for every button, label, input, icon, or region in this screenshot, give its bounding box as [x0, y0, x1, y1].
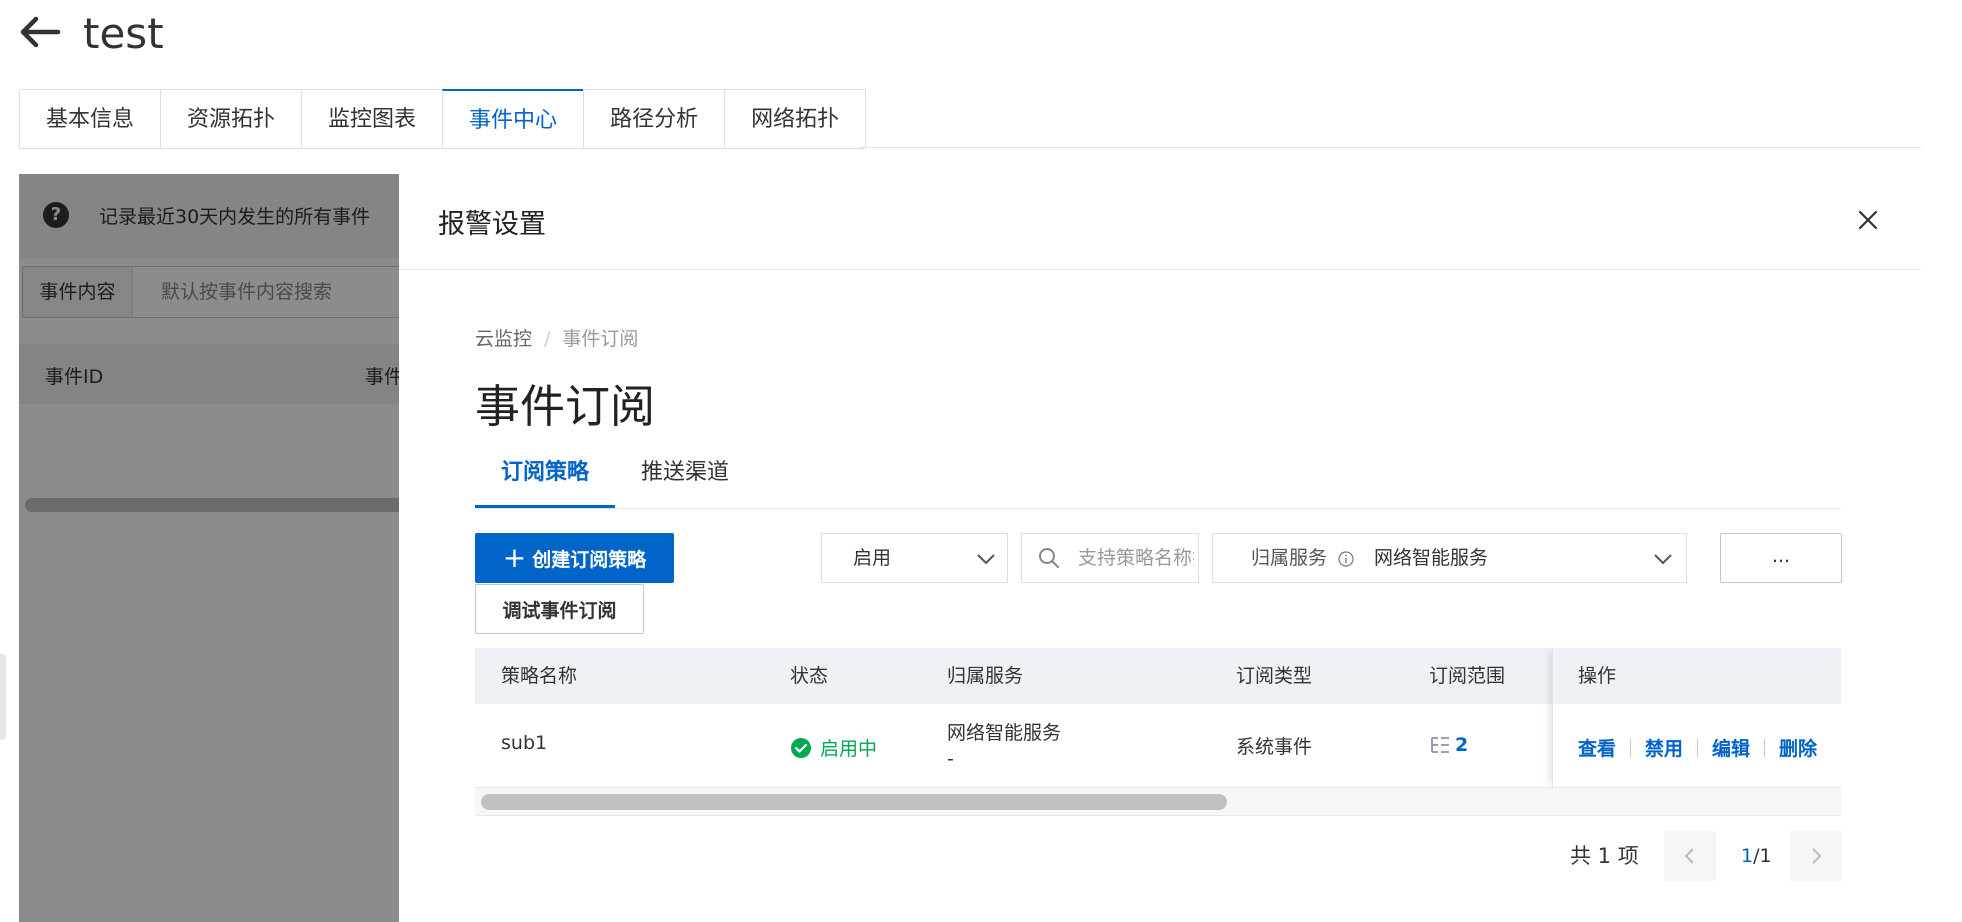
tab-network-topology[interactable]: 网络拓扑 — [724, 89, 867, 149]
top-tabs: 基本信息 资源拓扑 监控图表 事件中心 路径分析 网络拓扑 — [19, 89, 867, 149]
side-handle[interactable] — [0, 654, 6, 740]
chevron-down-icon — [977, 554, 995, 565]
alarm-settings-drawer: 报警设置 云监控 / 事件订阅 事件订阅 订阅策略 推送渠道 + 创建订阅策略 调试… — [399, 174, 1921, 922]
subscription-tabs-divider — [475, 508, 1841, 509]
section-title: 事件订阅 — [475, 380, 656, 433]
row-actions: 查看 禁用 编辑 删除 — [1578, 734, 1817, 761]
view-action[interactable]: 查看 — [1578, 734, 1616, 761]
create-policy-label: 创建订阅策略 — [532, 548, 647, 571]
table-horizontal-scrollbar[interactable] — [475, 788, 1841, 816]
status-select[interactable]: 启用 — [821, 533, 1008, 583]
column-subscription-type: 订阅类型 — [1236, 665, 1313, 687]
check-circle-icon — [791, 737, 811, 758]
policy-search-input[interactable] — [1078, 534, 1194, 582]
status-select-value: 启用 — [853, 547, 892, 569]
service-sub: - — [947, 748, 954, 770]
tree-list-icon — [1431, 737, 1449, 753]
close-icon[interactable] — [1854, 206, 1882, 234]
breadcrumb-event-subscription: 事件订阅 — [562, 328, 639, 350]
edit-action[interactable]: 编辑 — [1712, 734, 1750, 761]
chevron-left-icon — [1684, 848, 1694, 864]
prev-page-button[interactable] — [1664, 831, 1716, 881]
tab-subscription-policy[interactable]: 订阅策略 — [475, 450, 616, 508]
actions-fixed-column — [1552, 648, 1841, 788]
drawer-divider — [399, 269, 1921, 270]
tab-basic-info[interactable]: 基本信息 — [19, 89, 161, 149]
page-indicator: 1/1 — [1741, 831, 1772, 881]
column-service: 归属服务 — [947, 665, 1024, 687]
action-separator — [1697, 738, 1699, 757]
more-button[interactable]: ... — [1720, 533, 1842, 583]
action-separator — [1630, 738, 1632, 757]
service-select-value: 网络智能服务 — [1374, 547, 1489, 569]
chevron-down-icon — [1654, 554, 1672, 565]
tab-event-center[interactable]: 事件中心 — [442, 89, 584, 149]
chevron-right-icon — [1812, 848, 1822, 864]
subscription-type: 系统事件 — [1236, 736, 1313, 758]
back-arrow-icon[interactable] — [18, 14, 62, 50]
plus-icon: + — [502, 541, 527, 574]
column-subscription-scope: 订阅范围 — [1429, 665, 1506, 687]
service-select-label: 归属服务 — [1251, 547, 1328, 569]
breadcrumb-separator: / — [544, 328, 551, 350]
delete-action[interactable]: 删除 — [1779, 734, 1817, 761]
total-count: 共 1 项 — [1570, 844, 1639, 868]
policy-name: sub1 — [501, 732, 548, 754]
breadcrumb-cloud-monitor[interactable]: 云监控 — [475, 328, 532, 350]
breadcrumb: 云监控 / 事件订阅 — [475, 324, 638, 351]
service-select[interactable]: 归属服务 网络智能服务 — [1212, 533, 1687, 583]
tab-push-channel[interactable]: 推送渠道 — [615, 450, 755, 508]
current-page: 1 — [1741, 845, 1754, 867]
policy-table: 策略名称 状态 归属服务 订阅类型 订阅范围 操作 sub1 启用中 网络智能服… — [475, 648, 1841, 828]
service-name: 网络智能服务 — [947, 722, 1062, 744]
page-title: test — [83, 9, 164, 58]
column-status: 状态 — [790, 665, 829, 687]
tabs-divider — [859, 147, 1921, 148]
drawer-title: 报警设置 — [438, 209, 546, 240]
debug-subscription-button[interactable]: 调试事件订阅 — [475, 584, 644, 634]
search-icon — [1039, 548, 1059, 568]
tab-monitoring-charts[interactable]: 监控图表 — [301, 89, 443, 149]
subscription-tabs: 订阅策略 推送渠道 — [475, 450, 755, 508]
next-page-button[interactable] — [1790, 831, 1842, 881]
status-text: 启用中 — [820, 738, 878, 760]
tab-path-analysis[interactable]: 路径分析 — [583, 89, 725, 149]
total-pages: /1 — [1753, 845, 1772, 867]
app-root: test 基本信息 资源拓扑 监控图表 事件中心 路径分析 网络拓扑 ? 记录最… — [0, 0, 1962, 922]
drawer-mask[interactable] — [19, 174, 399, 922]
policy-search — [1021, 533, 1199, 583]
subscription-scope[interactable]: 2 — [1429, 734, 1468, 756]
action-separator — [1764, 738, 1766, 757]
scope-count: 2 — [1455, 734, 1469, 756]
disable-action[interactable]: 禁用 — [1645, 734, 1683, 761]
create-policy-button[interactable]: + 创建订阅策略 — [475, 533, 674, 583]
scrollbar-thumb[interactable] — [481, 794, 1227, 810]
column-policy-name: 策略名称 — [501, 665, 578, 687]
info-icon[interactable] — [1338, 551, 1354, 567]
status-badge: 启用中 — [790, 734, 877, 761]
tab-resource-topology[interactable]: 资源拓扑 — [160, 89, 302, 149]
